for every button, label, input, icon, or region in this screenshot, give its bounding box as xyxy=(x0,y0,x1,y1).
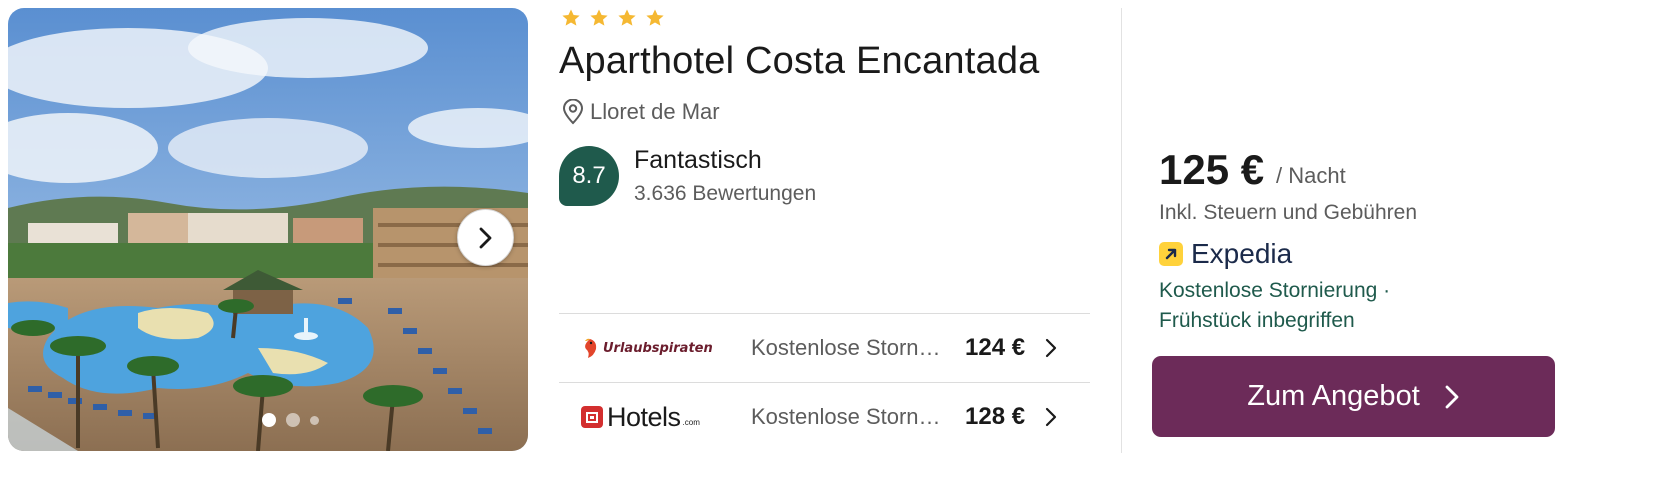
chevron-right-icon xyxy=(1045,338,1057,358)
carousel-next-button[interactable] xyxy=(457,209,514,266)
hotel-photo[interactable] xyxy=(8,8,528,451)
carousel-dot[interactable] xyxy=(286,413,300,427)
urlaubspiraten-parrot-icon xyxy=(585,338,597,358)
hotel-name[interactable]: Aparthotel Costa Encantada xyxy=(559,40,1040,83)
hotel-location: Lloret de Mar xyxy=(561,99,720,125)
price-unit: / Nacht xyxy=(1276,163,1346,188)
star-icon xyxy=(590,9,608,26)
view-deal-button[interactable]: Zum Angebot xyxy=(1152,356,1555,437)
chevron-right-icon xyxy=(479,227,491,248)
view-deal-label: Zum Angebot xyxy=(1247,380,1420,412)
rating-label: Fantastisch xyxy=(634,146,762,174)
expedia-wordmark: Expedia xyxy=(1191,238,1293,269)
expedia-arrow-icon xyxy=(1159,242,1183,266)
star-icon xyxy=(562,9,580,26)
price-note: Inkl. Steuern und Gebühren xyxy=(1159,201,1418,224)
review-count[interactable]: 3.636 Bewertungen xyxy=(634,182,816,206)
carousel-dots xyxy=(262,413,319,427)
column-divider xyxy=(1121,8,1122,453)
offer-price: 124 € xyxy=(965,334,1026,361)
offer-cancellation: Kostenlose Storn… xyxy=(751,404,941,429)
offer-cancellation: Kostenlose Storn… xyxy=(751,335,941,360)
star-icon xyxy=(618,9,636,26)
offer-price: 128 € xyxy=(965,403,1026,430)
star-icon xyxy=(646,9,664,26)
hotel-photo-image xyxy=(8,8,528,451)
carousel-dot[interactable] xyxy=(310,415,319,425)
best-offer-provider: Expedia xyxy=(1159,238,1292,270)
chevron-right-icon xyxy=(1445,385,1459,408)
perk-cancellation: Kostenlose Stornierung · xyxy=(1159,279,1391,302)
urlaubspiraten-wordmark: Urlaubspiraten xyxy=(603,340,713,356)
hotels-com-logo: Hotels .com xyxy=(581,402,700,433)
chevron-right-icon xyxy=(1045,407,1057,427)
best-price: 125 € xyxy=(1159,146,1265,193)
offer-perks: Kostenlose Stornierung · Frühstück inbeg… xyxy=(1159,276,1459,336)
hotels-com-icon xyxy=(581,406,603,428)
rating-score-badge: 8.7 xyxy=(559,146,619,206)
offer-row-hotels-com[interactable]: Hotels .com Kostenlose Storn… 128 € xyxy=(559,382,1090,451)
location-text: Lloret de Mar xyxy=(590,99,720,124)
alternative-offers: Urlaubspiraten Kostenlose Storn… 124 € H… xyxy=(559,313,1090,451)
location-pin-icon xyxy=(562,99,584,125)
hotels-com-suffix: .com xyxy=(682,417,700,427)
hotels-com-wordmark: Hotels xyxy=(607,401,681,432)
perk-breakfast: Frühstück inbegriffen xyxy=(1159,309,1355,332)
carousel-dot[interactable] xyxy=(262,413,276,427)
offer-row-urlaubspiraten[interactable]: Urlaubspiraten Kostenlose Storn… 124 € xyxy=(559,313,1090,382)
star-rating xyxy=(561,8,665,28)
urlaubspiraten-logo: Urlaubspiraten xyxy=(581,337,713,359)
